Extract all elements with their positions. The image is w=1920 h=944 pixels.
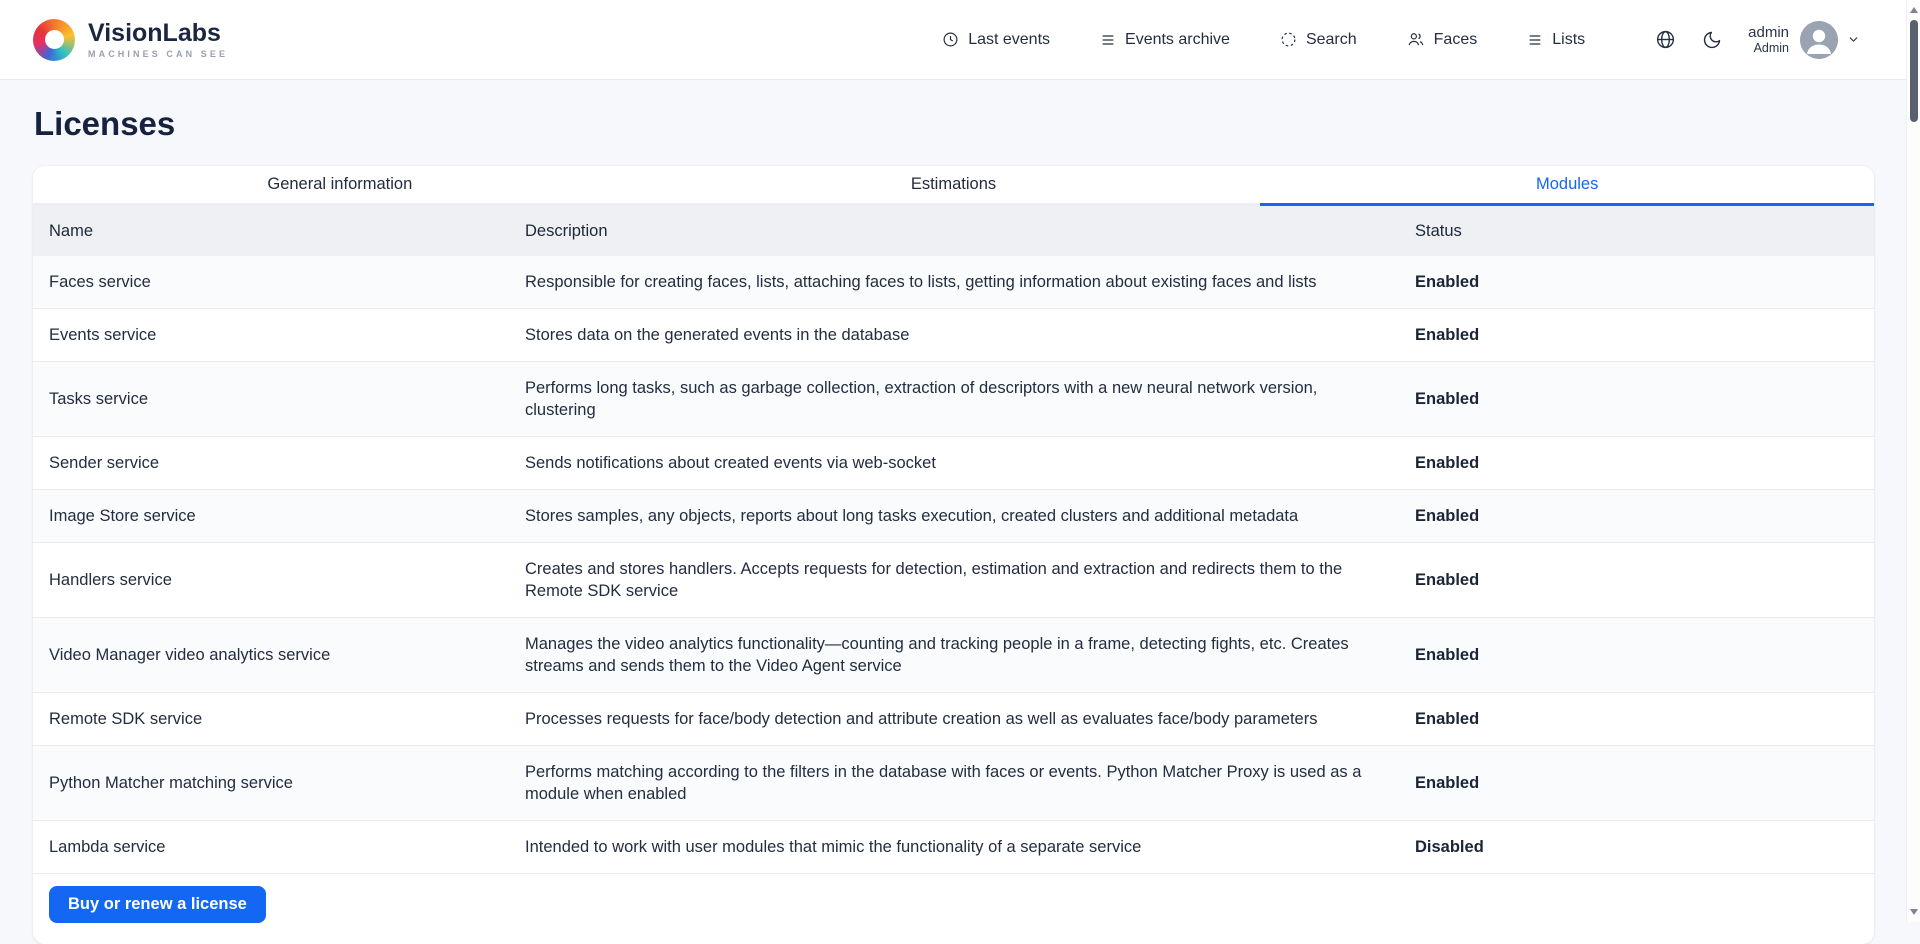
globe-icon: [1655, 29, 1676, 50]
cell-description: Processes requests for face/body detecti…: [525, 708, 1415, 730]
tab-bar: General information Estimations Modules: [33, 166, 1874, 206]
cell-status status-badge: Disabled: [1415, 838, 1858, 857]
table-body: Faces service Responsible for creating f…: [33, 256, 1874, 874]
page-title: Licenses: [34, 105, 1874, 143]
nav-items: Last events Events archive Search Faces: [942, 31, 1585, 49]
cell-name: Sender service: [49, 454, 525, 473]
table-row: Remote SDK service Processes requests fo…: [33, 693, 1874, 746]
nav-label: Lists: [1552, 31, 1585, 49]
cell-status status-badge: Enabled: [1415, 326, 1858, 345]
brand-name: VisionLabs: [88, 20, 228, 46]
dark-mode-button[interactable]: [1702, 30, 1722, 50]
cell-status status-badge: Enabled: [1415, 390, 1858, 409]
cell-status status-badge: Enabled: [1415, 710, 1858, 729]
scrollbar[interactable]: [1906, 0, 1920, 922]
cell-description: Sends notifications about created events…: [525, 452, 1415, 474]
app-header: VisionLabs MACHINES CAN SEE Last events …: [0, 0, 1920, 80]
list-icon: [1100, 32, 1116, 48]
cell-description: Responsible for creating faces, lists, a…: [525, 271, 1415, 293]
list-icon: [1527, 32, 1543, 48]
user-name: admin: [1748, 24, 1789, 41]
clock-icon: [942, 31, 959, 48]
cell-name: Remote SDK service: [49, 710, 525, 729]
nav-lists[interactable]: Lists: [1527, 31, 1585, 49]
cell-name: Faces service: [49, 273, 525, 292]
tab-estimations[interactable]: Estimations: [647, 166, 1261, 206]
cell-name: Python Matcher matching service: [49, 774, 525, 793]
table-row: Video Manager video analytics service Ma…: [33, 618, 1874, 693]
cell-description: Stores data on the generated events in t…: [525, 324, 1415, 346]
user-role: Admin: [1748, 41, 1789, 55]
cell-description: Intended to work with user modules that …: [525, 836, 1415, 858]
scroll-up-arrow-icon[interactable]: [1907, 2, 1920, 18]
brand-logo[interactable]: VisionLabs MACHINES CAN SEE: [33, 19, 228, 61]
scrollbar-thumb[interactable]: [1910, 20, 1918, 122]
table-header: Name Description Status: [33, 206, 1874, 256]
cell-name: Image Store service: [49, 507, 525, 526]
table-row: Lambda service Intended to work with use…: [33, 821, 1874, 874]
column-header-description: Description: [525, 222, 1415, 241]
table-row: Faces service Responsible for creating f…: [33, 256, 1874, 309]
table-row: Tasks service Performs long tasks, such …: [33, 362, 1874, 437]
cell-status status-badge: Enabled: [1415, 507, 1858, 526]
visionlabs-logo-icon: [33, 19, 75, 61]
cell-name: Lambda service: [49, 838, 525, 857]
user-names: admin Admin: [1748, 24, 1789, 56]
licenses-card: General information Estimations Modules …: [33, 166, 1874, 944]
dashed-circle-icon: [1280, 31, 1297, 48]
cell-status status-badge: Enabled: [1415, 454, 1858, 473]
nav-label: Last events: [968, 31, 1050, 49]
cell-status status-badge: Enabled: [1415, 646, 1858, 665]
cell-description: Performs matching according to the filte…: [525, 761, 1415, 805]
nav-label: Search: [1306, 31, 1357, 49]
column-header-status: Status: [1415, 222, 1858, 241]
cell-status status-badge: Enabled: [1415, 774, 1858, 793]
cell-description: Stores samples, any objects, reports abo…: [525, 505, 1415, 527]
nav-search[interactable]: Search: [1280, 31, 1357, 49]
cell-description: Manages the video analytics functionalit…: [525, 633, 1415, 677]
table-row: Events service Stores data on the genera…: [33, 309, 1874, 362]
table-row: Handlers service Creates and stores hand…: [33, 543, 1874, 618]
avatar: [1800, 21, 1838, 59]
cell-name: Events service: [49, 326, 525, 345]
nav-label: Faces: [1434, 31, 1478, 49]
people-icon: [1407, 31, 1425, 48]
top-nav: Last events Events archive Search Faces: [942, 21, 1860, 59]
brand-tagline: MACHINES CAN SEE: [88, 49, 228, 59]
column-header-name: Name: [49, 222, 525, 241]
language-globe-button[interactable]: [1655, 29, 1676, 50]
nav-faces[interactable]: Faces: [1407, 31, 1478, 49]
brand-text: VisionLabs MACHINES CAN SEE: [88, 20, 228, 59]
table-row: Image Store service Stores samples, any …: [33, 490, 1874, 543]
cell-name: Handlers service: [49, 571, 525, 590]
tab-modules[interactable]: Modules: [1260, 166, 1874, 206]
cell-name: Tasks service: [49, 390, 525, 409]
table-row: Sender service Sends notifications about…: [33, 437, 1874, 490]
cell-description: Creates and stores handlers. Accepts req…: [525, 558, 1415, 602]
chevron-down-icon: [1847, 33, 1860, 46]
main-content: Licenses General information Estimations…: [0, 105, 1920, 944]
nav-events-archive[interactable]: Events archive: [1100, 31, 1230, 49]
scroll-down-arrow-icon[interactable]: [1907, 904, 1920, 920]
cell-status status-badge: Enabled: [1415, 571, 1858, 590]
cell-name: Video Manager video analytics service: [49, 646, 525, 665]
moon-icon: [1702, 30, 1722, 50]
user-menu[interactable]: admin Admin: [1748, 21, 1860, 59]
tab-general-information[interactable]: General information: [33, 166, 647, 206]
table-row: Python Matcher matching service Performs…: [33, 746, 1874, 821]
cell-description: Performs long tasks, such as garbage col…: [525, 377, 1415, 421]
nav-label: Events archive: [1125, 31, 1230, 49]
buy-license-button[interactable]: Buy or renew a license: [49, 886, 266, 923]
cell-status status-badge: Enabled: [1415, 273, 1858, 292]
nav-last-events[interactable]: Last events: [942, 31, 1050, 49]
card-footer: Buy or renew a license: [33, 874, 1874, 944]
